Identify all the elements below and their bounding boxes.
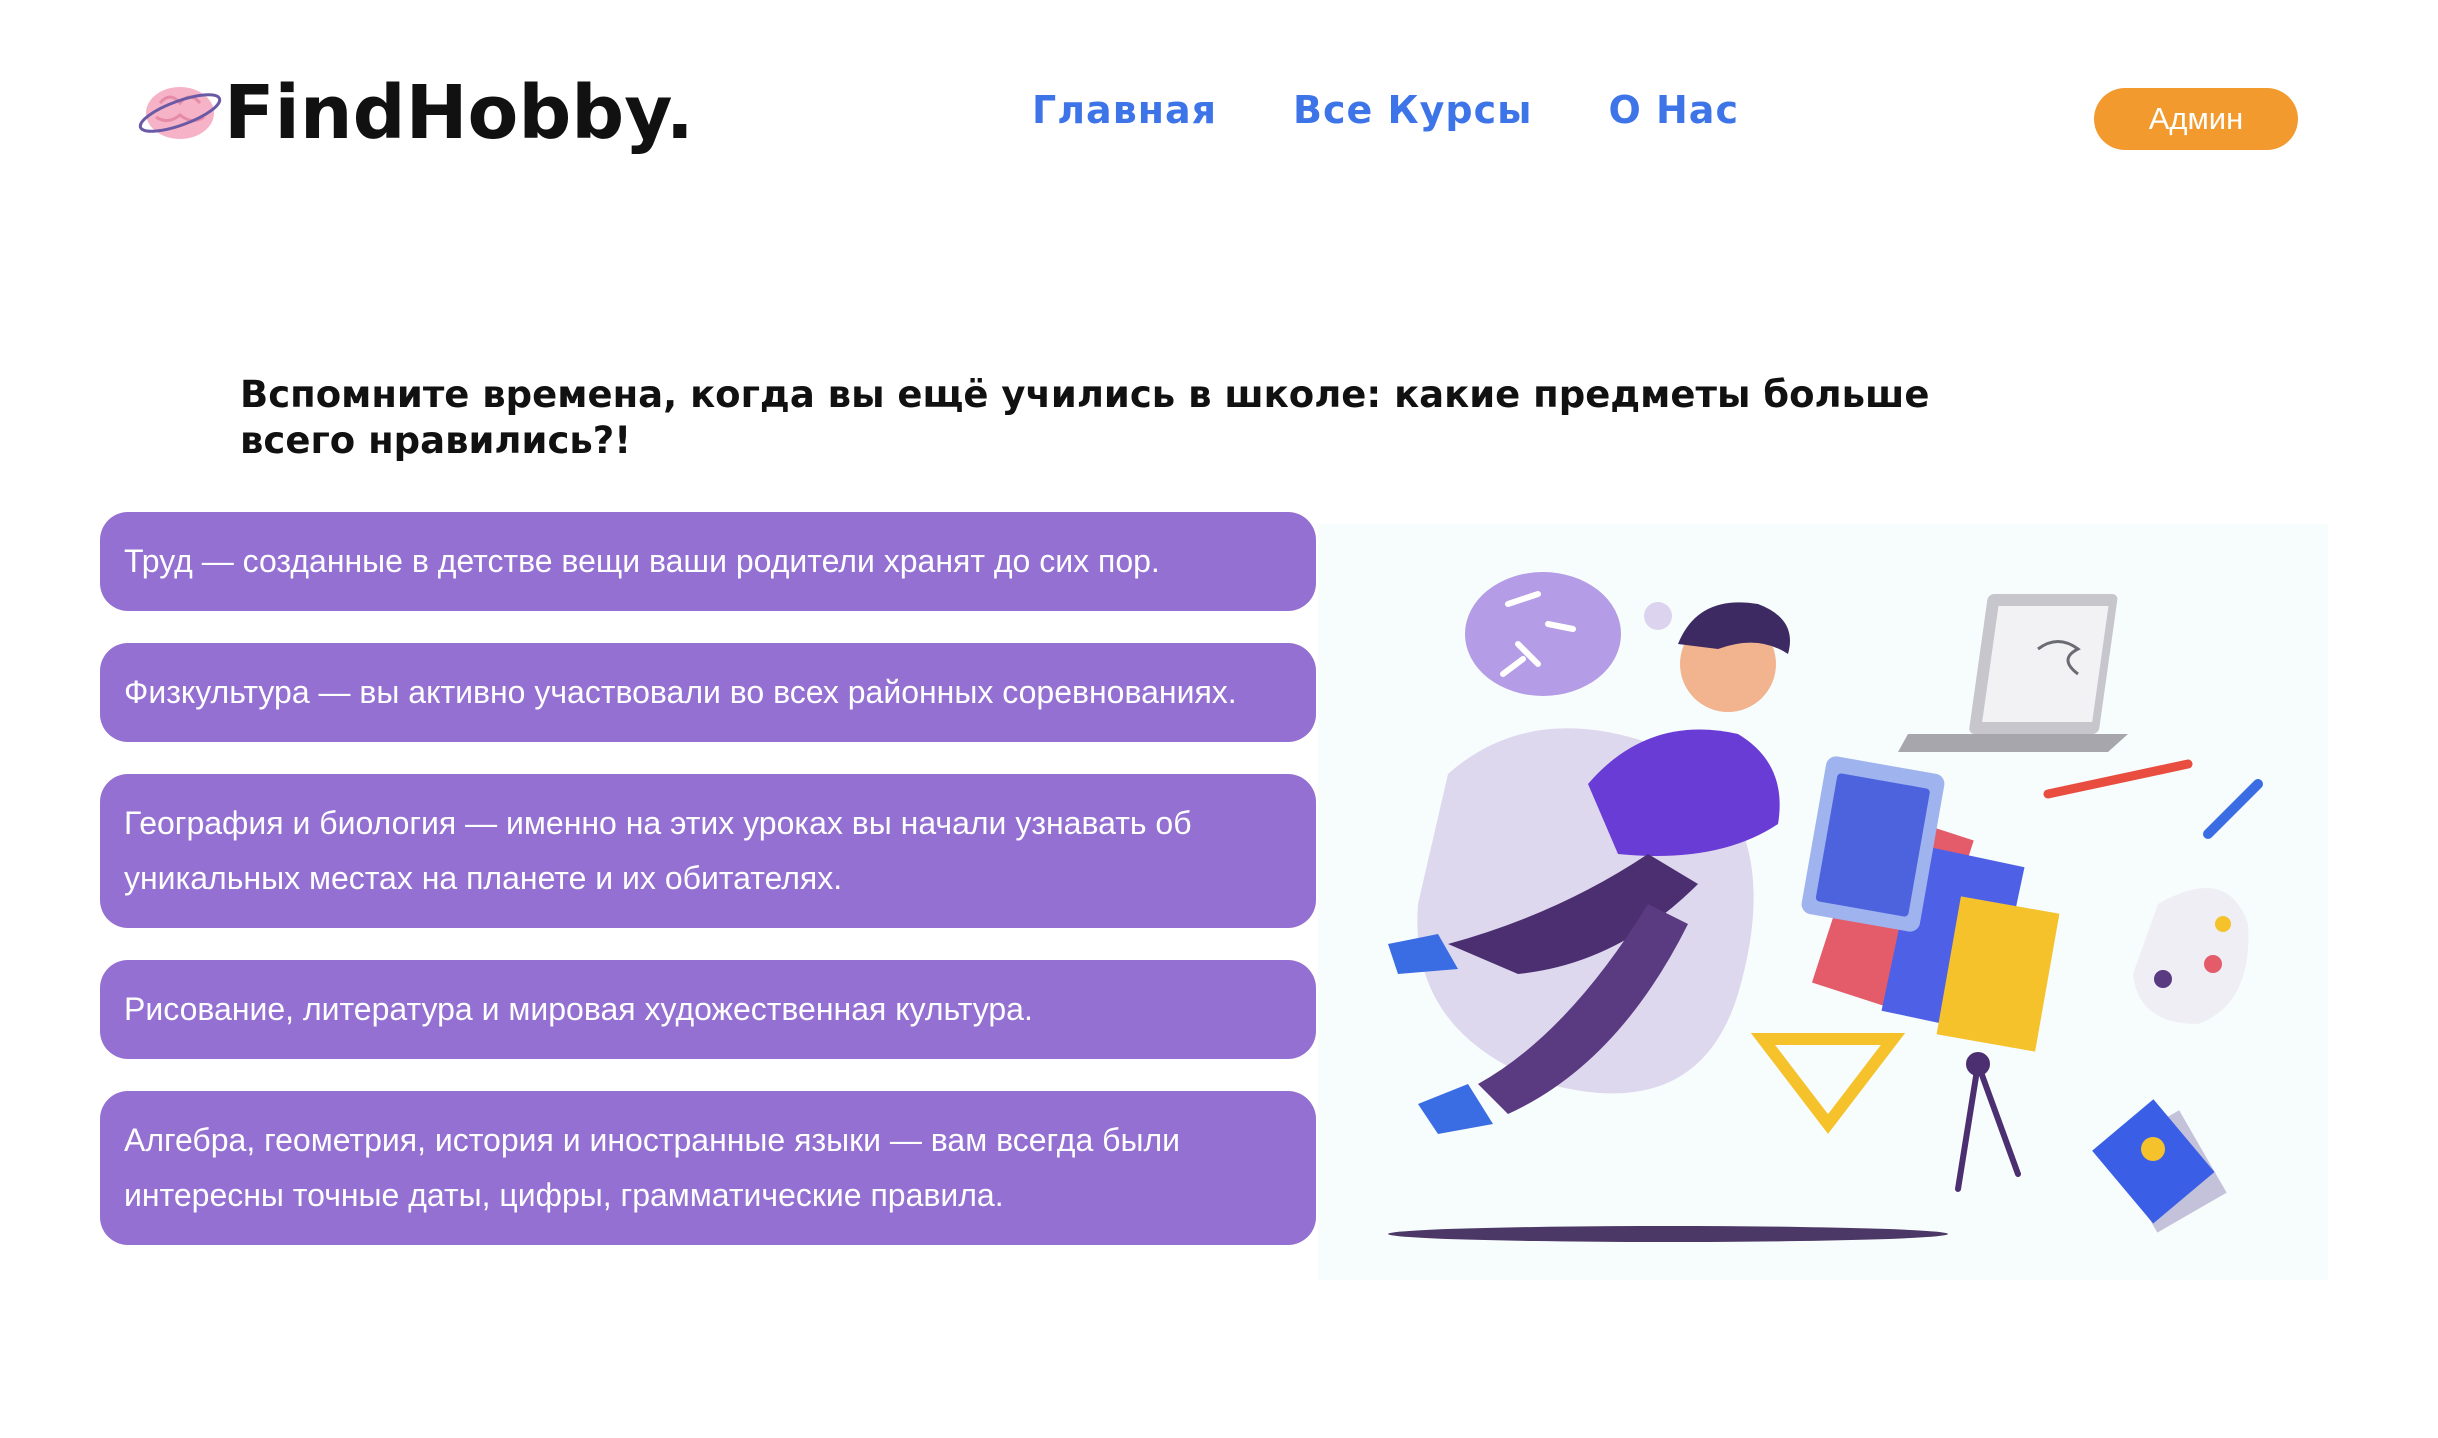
palette-icon <box>2133 888 2249 1024</box>
laptop-icon <box>1898 594 2128 752</box>
subject-cards: Труд — созданные в детстве вещи ваши род… <box>100 512 1316 1277</box>
subject-card-algebra: Алгебра, геометрия, история и иностранны… <box>100 1091 1316 1245</box>
student-drawing-illustration <box>1318 524 2328 1280</box>
brain-logo-icon <box>138 87 222 139</box>
site-header: FindHobby. Главная Все Курсы О Нас Админ <box>0 0 2438 230</box>
subject-card-labor: Труд — созданные в детстве вещи ваши род… <box>100 512 1316 611</box>
page-headline: Вспомните времена, когда вы ещё учились … <box>240 373 1930 462</box>
nav-all-courses[interactable]: Все Курсы <box>1293 88 1532 132</box>
picture-card-icon <box>2092 1099 2227 1233</box>
logo[interactable]: FindHobby. <box>136 70 694 156</box>
logo-text: FindHobby. <box>224 70 694 156</box>
nav-about[interactable]: О Нас <box>1608 88 1739 132</box>
compass-icon <box>1955 1052 2021 1192</box>
nav-home[interactable]: Главная <box>1032 88 1217 132</box>
thought-bubble-icon <box>1465 572 1621 696</box>
subject-card-pe: Физкультура — вы активно участвовали во … <box>100 643 1316 742</box>
main-nav: Главная Все Курсы О Нас <box>1032 88 1815 132</box>
admin-button[interactable]: Админ <box>2094 88 2298 150</box>
triangle-ruler-icon <box>1750 1033 1906 1134</box>
subject-card-art: Рисование, литература и мировая художест… <box>100 960 1316 1059</box>
pen-icon <box>2043 759 2193 799</box>
subject-card-geography: География и биология — именно на этих ур… <box>100 774 1316 928</box>
